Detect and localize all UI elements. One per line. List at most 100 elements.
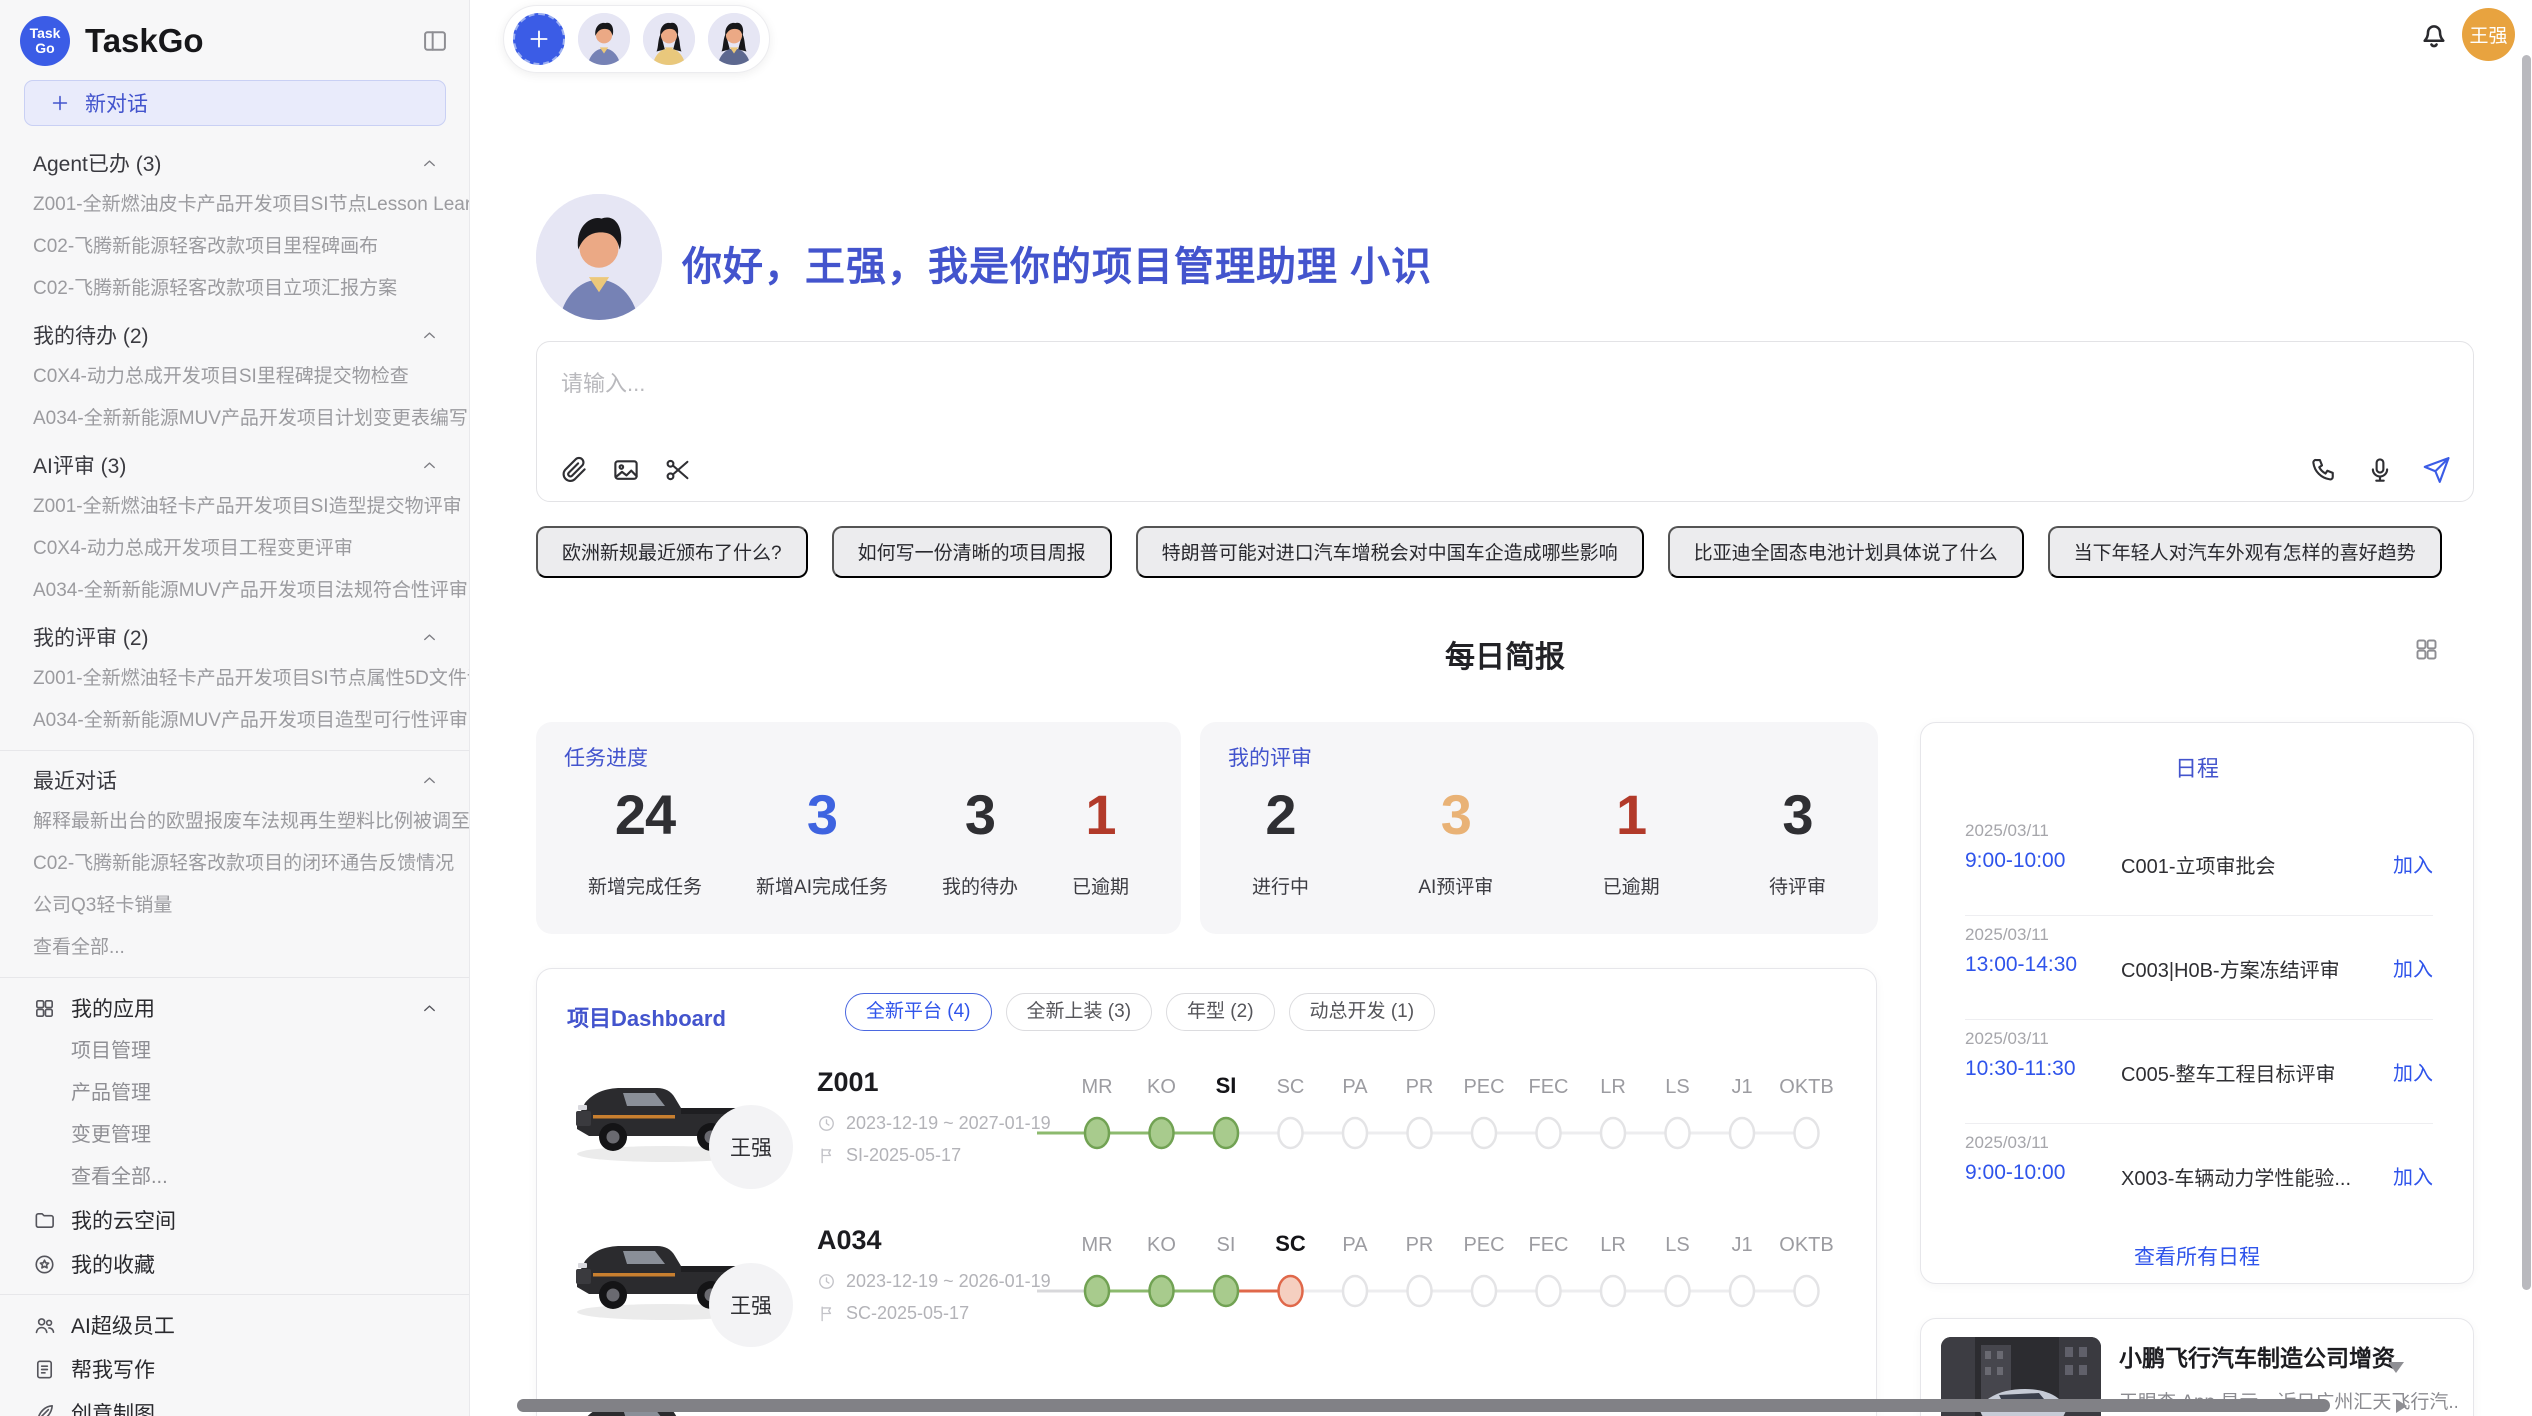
app-sub-item[interactable]: 项目管理 — [0, 1030, 469, 1072]
recent-chat-item[interactable]: 公司Q3轻卡销量 — [0, 885, 469, 927]
sidebar-item[interactable]: C02-飞腾新能源轻客改款项目里程碑画布 — [0, 226, 469, 268]
people-icon — [33, 1314, 56, 1337]
sidebar-item-favorites[interactable]: 我的收藏 — [0, 1242, 469, 1286]
view-all-schedule-link[interactable]: 查看所有日程 — [1921, 1241, 2473, 1271]
dashboard-filter-tab[interactable]: 全新上装 (3) — [1006, 993, 1153, 1031]
schedule-event[interactable]: 2025/03/11 9:00-10:00 X003-车辆动力学性能验... 加… — [1921, 1123, 2473, 1227]
chevron-up-icon — [420, 999, 439, 1018]
new-chat-button[interactable]: 新对话 — [24, 80, 446, 126]
dashboard-filter-tab[interactable]: 动总开发 (1) — [1289, 993, 1436, 1031]
dashboard-filter-tab[interactable]: 全新平台 (4) — [845, 993, 992, 1031]
project-row[interactable]: 王强Z0012023-12-19 ~ 2027-01-19SI-2025-05-… — [537, 1049, 1876, 1207]
event-date: 2025/03/11 — [1965, 1029, 2049, 1049]
sidebar-item-my-apps[interactable]: 我的应用 — [0, 986, 469, 1030]
sidebar-item[interactable]: A034-全新新能源MUV产品开发项目造型可行性评审 — [0, 700, 469, 742]
sidebar-tool-item[interactable]: 创意制图 — [0, 1391, 469, 1416]
plus-icon — [526, 26, 552, 52]
app-sub-item[interactable]: 变更管理 — [0, 1114, 469, 1156]
image-icon[interactable] — [611, 455, 641, 485]
stat-card-title: 我的评审 — [1228, 742, 1312, 772]
event-time: 10:30-11:30 — [1965, 1057, 2076, 1081]
svg-text:FEC: FEC — [1529, 1076, 1569, 1098]
logo-text-1: Task — [30, 26, 61, 41]
sidebar-item[interactable]: C0X4-动力总成开发项目工程变更评审 — [0, 528, 469, 570]
sidebar-item[interactable]: Z001-全新燃油轻卡产品开发项目SI节点属性5D文件评审 — [0, 658, 469, 700]
event-time: 9:00-10:00 — [1965, 849, 2065, 873]
scissors-icon[interactable] — [663, 455, 693, 485]
schedule-event[interactable]: 2025/03/11 9:00-10:00 C001-立项审批会 加入 — [1921, 811, 2473, 915]
sidebar-section-header[interactable]: 最近对话 — [0, 759, 469, 801]
schedule-event[interactable]: 2025/03/11 13:00-14:30 C003|H0B-方案冻结评审 加… — [1921, 915, 2473, 1019]
app-sub-item[interactable]: 产品管理 — [0, 1072, 469, 1114]
stat-label: 我的待办 — [942, 872, 1018, 899]
sidebar-item[interactable]: C0X4-动力总成开发项目SI里程碑提交物检查 — [0, 356, 469, 398]
svg-text:PEC: PEC — [1463, 1234, 1504, 1256]
chat-input[interactable] — [561, 364, 2061, 404]
sidebar-item[interactable]: A034-全新新能源MUV产品开发项目计划变更表编写 — [0, 398, 469, 440]
recent-chat-item[interactable]: C02-飞腾新能源轻客改款项目的闭环通告反馈情况 — [0, 843, 469, 885]
chevron-up-icon — [420, 628, 439, 647]
stat-label: 进行中 — [1252, 872, 1309, 899]
sidebar-tool-item[interactable]: AI超级员工 — [0, 1303, 469, 1347]
dashboard-filter-tab[interactable]: 年型 (2) — [1166, 993, 1275, 1031]
dashboard-title: 项目Dashboard — [567, 1001, 726, 1033]
milestone-text: SC-2025-05-17 — [846, 1303, 969, 1324]
sidebar-item[interactable]: Z001-全新燃油皮卡产品开发项目SI节点Lesson Learn报告 — [0, 184, 469, 226]
sidebar-tool-item[interactable]: 帮我写作 — [0, 1347, 469, 1391]
greeting-text: 你好，王强，我是你的项目管理助理 小识 — [682, 234, 1432, 292]
layout-grid-icon[interactable] — [2413, 636, 2440, 663]
event-join-link[interactable]: 加入 — [2393, 849, 2433, 878]
send-icon[interactable] — [2421, 455, 2451, 485]
event-join-link[interactable]: 加入 — [2393, 953, 2433, 982]
sidebar-item-cloud[interactable]: 我的云空间 — [0, 1198, 469, 1242]
svg-text:J1: J1 — [1731, 1234, 1752, 1256]
sidebar-section-header[interactable]: Agent已办 (3) — [0, 142, 469, 184]
sidebar-item[interactable]: Z001-全新燃油轻卡产品开发项目SI造型提交物评审 — [0, 486, 469, 528]
stat-label: AI预评审 — [1418, 872, 1493, 899]
app-logo: Task Go — [20, 16, 70, 66]
dashboard-filters: 全新平台 (4) 全新上装 (3) 年型 (2) 动总开发 (1) — [845, 993, 1435, 1031]
scroll-right-arrow[interactable] — [2396, 1399, 2407, 1413]
suggestion-chip[interactable]: 如何写一份清晰的项目周报 — [832, 526, 1112, 578]
microphone-icon[interactable] — [2365, 455, 2395, 485]
sidebar-section-header[interactable]: 我的评审 (2) — [0, 616, 469, 658]
suggestion-chip[interactable]: 特朗普可能对进口汽车增税会对中国车企造成哪些影响 — [1136, 526, 1644, 578]
user-avatar[interactable]: 王强 — [2462, 8, 2515, 61]
event-name: C003|H0B-方案冻结评审 — [2121, 954, 2340, 983]
sidebar-section-header[interactable]: 我的待办 (2) — [0, 314, 469, 356]
agent-avatar-1[interactable] — [578, 13, 630, 65]
view-all-apps-link[interactable]: 查看全部... — [0, 1156, 469, 1198]
svg-text:OKTB: OKTB — [1779, 1234, 1833, 1256]
attachment-icon[interactable] — [559, 455, 589, 485]
event-join-link[interactable]: 加入 — [2393, 1161, 2433, 1190]
document-icon — [33, 1358, 56, 1381]
svg-text:SI: SI — [1217, 1234, 1236, 1256]
grid-icon — [33, 997, 56, 1020]
suggestion-chip[interactable]: 欧洲新规最近颁布了什么? — [536, 526, 808, 578]
phone-icon[interactable] — [2309, 455, 2339, 485]
section-title: 最近对话 — [33, 765, 117, 795]
stat-label: 新增AI完成任务 — [756, 872, 888, 899]
horizontal-scrollbar[interactable] — [517, 1399, 2330, 1412]
view-all-chats-link[interactable]: 查看全部... — [0, 927, 469, 969]
suggestion-chip[interactable]: 比亚迪全固态电池计划具体说了什么 — [1668, 526, 2024, 578]
sidebar-item[interactable]: A034-全新新能源MUV产品开发项目法规符合性评审 — [0, 570, 469, 612]
agent-avatar-2[interactable] — [643, 13, 695, 65]
collapse-sidebar-icon[interactable] — [421, 27, 449, 55]
add-agent-button[interactable] — [513, 13, 565, 65]
recent-chat-item[interactable]: 解释最新出台的欧盟报废车法规再生塑料比例被调至15%... — [0, 801, 469, 843]
divider — [0, 750, 469, 751]
app-title: TaskGo — [85, 22, 421, 60]
agent-avatar-3[interactable] — [708, 13, 760, 65]
project-milestone: SI-2025-05-17 — [817, 1145, 961, 1166]
bell-icon[interactable] — [2416, 16, 2452, 52]
vertical-scrollbar[interactable] — [2522, 55, 2531, 1290]
event-join-link[interactable]: 加入 — [2393, 1057, 2433, 1086]
project-row[interactable]: 王强A0342023-12-19 ~ 2026-01-19SC-2025-05-… — [537, 1207, 1876, 1365]
schedule-event[interactable]: 2025/03/11 10:30-11:30 C005-整车工程目标评审 加入 — [1921, 1019, 2473, 1123]
sidebar-item[interactable]: C02-飞腾新能源轻客改款项目立项汇报方案 — [0, 268, 469, 310]
scroll-down-arrow[interactable] — [2388, 1362, 2404, 1373]
suggestion-chip[interactable]: 当下年轻人对汽车外观有怎样的喜好趋势 — [2048, 526, 2442, 578]
sidebar-section-header[interactable]: AI评审 (3) — [0, 444, 469, 486]
svg-text:J1: J1 — [1731, 1076, 1752, 1098]
